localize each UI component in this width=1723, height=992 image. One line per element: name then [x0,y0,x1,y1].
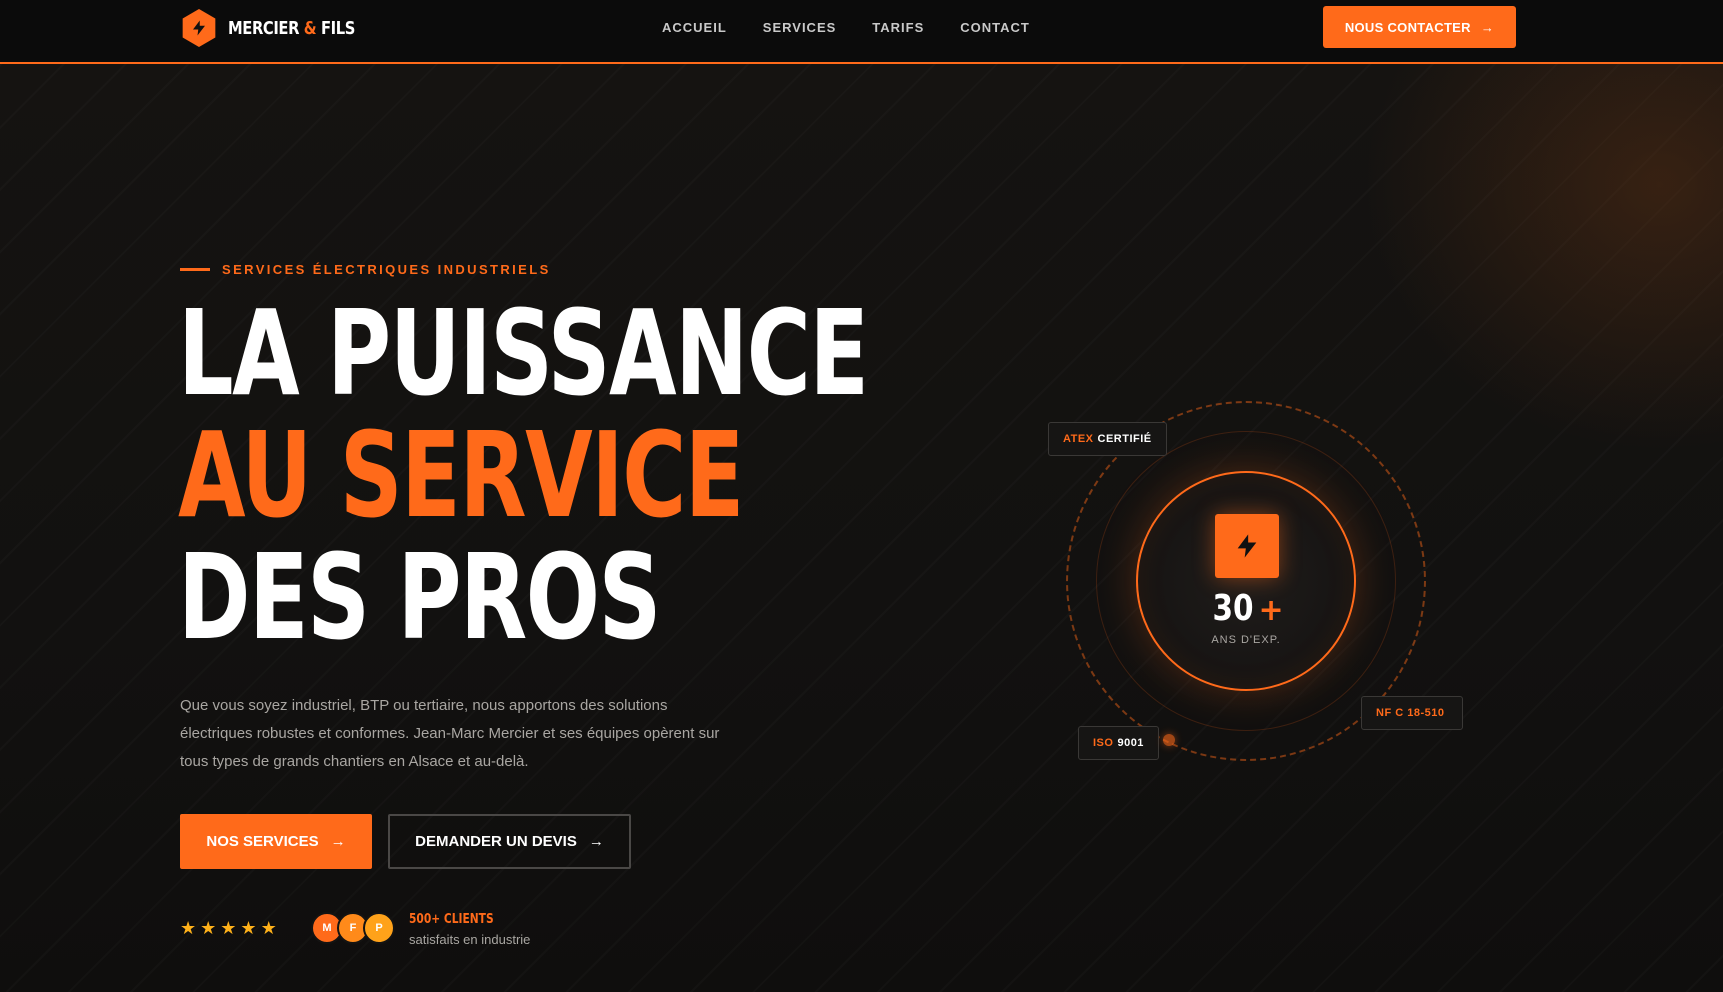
star-icon: ★ [180,918,197,938]
avatar: P [363,912,395,944]
experience-badge [1136,471,1356,691]
arrow-right-icon: → [1480,19,1495,35]
eyebrow-text: SERVICES ÉLECTRIQUES INDUSTRIELS [222,262,551,277]
experience-label: ANS D'EXP. [1211,634,1281,646]
nav-item-contact[interactable]: CONTACT [960,20,1030,35]
services-button-label: NOS SERVICES [206,833,319,850]
years-plus: + [1258,593,1284,628]
main-menu: ACCUEIL SERVICES TARIFS CONTACT [662,20,1066,35]
bolt-icon [182,9,216,47]
services-button[interactable]: NOS SERVICES → [180,814,372,869]
star-icon: ★ [200,918,217,938]
nav-item-accueil[interactable]: ACCUEIL [662,20,727,35]
brand-name-part2: FILS [320,17,355,39]
headline-line-2: AU SERVICE [178,406,744,544]
arrow-right-icon: → [588,833,604,850]
brand-ampersand: & [303,17,317,39]
brand-name-part1: MERCIER [228,17,300,39]
tag-iso-number: 9001 [1117,737,1144,749]
hero-description: Que vous soyez industriel, BTP ou tertia… [180,697,720,770]
headline-line-1: LA PUISSANCE [178,284,869,422]
years-number: 30 [1212,588,1254,629]
brand-name: MERCIER & FILS [228,18,355,39]
clients-subtitle: satisfaits en industrie [409,932,531,947]
contact-cta-label: NOUS CONTACTER [1344,19,1471,35]
arrow-right-icon: → [330,833,346,850]
experience-years: 30 + [1136,588,1356,629]
brand-logo[interactable]: MERCIER & FILS [180,8,383,48]
tag-iso: ISO 9001 [1078,726,1159,760]
clients-count: 500+ CLIENTS [409,912,494,927]
hero-eyebrow: SERVICES ÉLECTRIQUES INDUSTRIELS [180,262,551,277]
quote-request-button[interactable]: DEMANDER UN DEVIS → [388,814,631,869]
tag-nfc-code: NF C 18-510 [1376,707,1445,719]
star-icon: ★ [220,918,237,938]
hero-headline: LA PUISSANCE AU SERVICE DES PROS [178,284,869,666]
nav-item-tarifs[interactable]: TARIFS [872,20,924,35]
tag-atex-code: ATEX [1063,433,1094,445]
headline-line-3: DES PROS [178,528,661,666]
orbit-dot [1163,734,1175,746]
tag-atex-label: CERTIFIÉ [1097,433,1152,445]
top-navbar: MERCIER & FILS ACCUEIL SERVICES TARIFS C… [0,0,1723,64]
nav-item-services[interactable]: SERVICES [763,20,837,35]
quote-button-label: DEMANDER UN DEVIS [415,833,577,850]
tag-iso-code: ISO [1093,737,1114,749]
tag-atex: ATEX CERTIFIÉ [1048,422,1167,456]
client-avatars: M F P [311,912,395,944]
bolt-icon [1215,514,1279,578]
rating-stars: ★ ★ ★ ★ ★ [180,918,281,939]
eyebrow-divider [180,268,210,271]
star-icon: ★ [260,918,277,938]
contact-cta-button[interactable]: NOUS CONTACTER → [1323,6,1516,48]
tag-nfc: NF C 18-510 [1361,696,1464,730]
star-icon: ★ [240,918,257,938]
